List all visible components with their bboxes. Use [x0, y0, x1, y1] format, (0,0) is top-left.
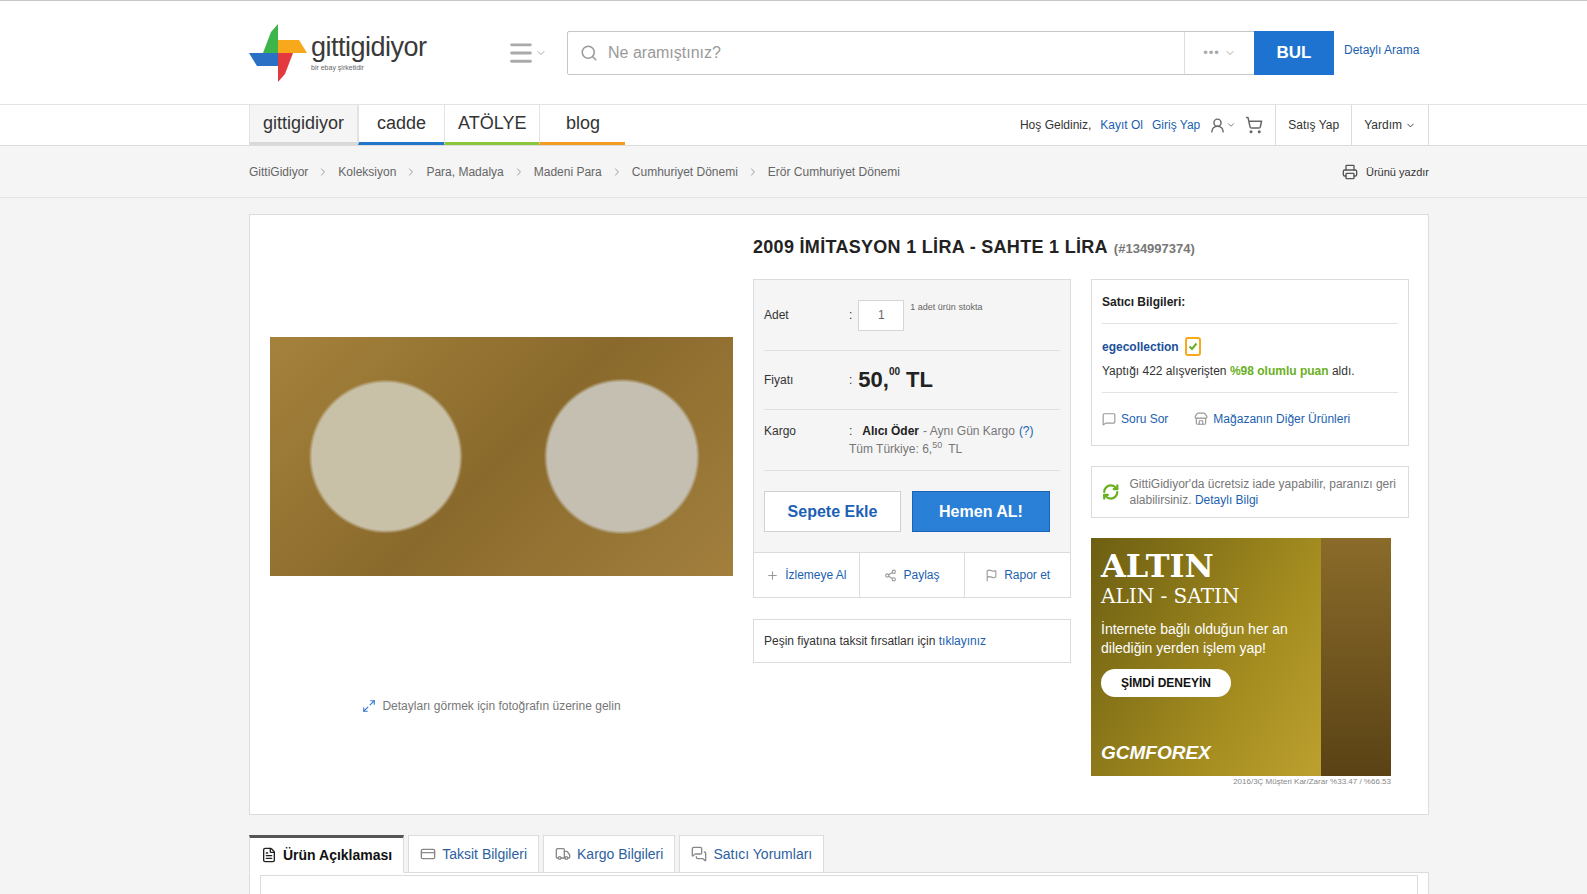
breadcrumb: GittiGidiyor Koleksiyon Para, Madalya Maden… — [249, 165, 1342, 179]
breadcrumb-item[interactable]: GittiGidiyor — [249, 165, 308, 179]
seller-stats: Yaptığı 422 alışverişten %98 olumlu puan… — [1102, 364, 1398, 378]
ad-banner[interactable]: ALTINALIN - SATIN İnternete bağlı olduğun… — [1091, 538, 1391, 776]
logo[interactable]: gittigidiyor bir ebay şirketidir — [249, 22, 499, 84]
detail-tab[interactable]: Kargo Bilgileri — [543, 835, 675, 873]
return-info-link[interactable]: Detaylı Bilgi — [1195, 493, 1258, 507]
chevron-icon — [405, 166, 417, 178]
help-menu[interactable]: Yardım — [1351, 105, 1429, 145]
account-menu[interactable] — [1209, 117, 1236, 134]
advanced-search-link[interactable]: Detaylı Arama — [1344, 43, 1419, 57]
detail-tab[interactable]: Taksit Bilgileri — [408, 835, 539, 873]
tab-panel — [249, 872, 1429, 894]
action-icon — [884, 569, 897, 582]
caret-icon — [1224, 47, 1236, 59]
search-icon — [580, 44, 598, 62]
search-input[interactable] — [606, 32, 1184, 74]
printer-icon — [1342, 164, 1358, 180]
nav-bar: gittigidiyorcaddeATÖLYEblog Hoş Geldiniz,… — [0, 104, 1587, 146]
ad-disclaimer: 2016/3Ç Müşteri Kar/Zarar %33.47 / %66.5… — [1091, 777, 1391, 786]
ad-subtitle: ALIN - SATIN — [1101, 584, 1311, 608]
action-icon — [766, 569, 779, 582]
user-icon — [1209, 117, 1226, 134]
ad-brand: GCMFOREX — [1101, 742, 1311, 764]
breadcrumb-item[interactable]: Koleksiyon — [338, 165, 396, 179]
site-tab[interactable]: blog — [539, 105, 625, 145]
ad-title: ALTIN — [1101, 550, 1311, 582]
chevron-icon — [611, 166, 623, 178]
breadcrumb-item[interactable]: Cumhuriyet Dönemi — [632, 165, 738, 179]
tab-icon — [691, 846, 707, 862]
caret-icon — [1405, 120, 1416, 131]
logo-subtitle: bir ebay şirketidir — [311, 64, 427, 71]
product-action[interactable]: Rapor et — [965, 553, 1070, 597]
chevron-icon — [747, 166, 759, 178]
tab-icon — [555, 846, 571, 862]
buy-now-button[interactable]: Hemen AL! — [912, 491, 1050, 532]
action-icon — [985, 569, 998, 582]
cart-icon — [1245, 116, 1263, 134]
seller-link-icon — [1102, 412, 1116, 426]
ad-text: İnternete bağlı olduğun her an dilediğin… — [1101, 620, 1311, 656]
logo-icon — [249, 22, 307, 84]
breadcrumb-bar: GittiGidiyor Koleksiyon Para, Madalya Maden… — [0, 146, 1587, 198]
ad-photo — [1321, 538, 1391, 776]
quantity-row: Adet:1 adet ürün stokta — [764, 280, 1060, 351]
logo-text: gittigidiyor — [311, 34, 427, 61]
quantity-input[interactable] — [858, 300, 904, 331]
price: 50,00TL — [858, 367, 933, 393]
chevron-icon — [513, 166, 525, 178]
account-link[interactable]: Kayıt Ol — [1100, 118, 1143, 132]
shipping-row: Kargo:Alıcı Öder- Aynı Gün Kargo(?)Tüm T… — [764, 410, 1060, 471]
installment-link[interactable]: tıklayınız — [939, 634, 986, 648]
buy-box: Adet:1 adet ürün stoktaFiyatı:50,00TLKar… — [753, 279, 1071, 598]
product-card: Detayları görmek için fotoğrafın üzerine… — [249, 214, 1429, 815]
image-hint: Detayları görmek için fotoğrafın üzerine… — [362, 699, 620, 713]
tab-icon — [261, 847, 277, 863]
ad-button[interactable]: ŞİMDİ DENEYİN — [1101, 669, 1231, 697]
caret-icon — [535, 47, 547, 59]
seller-box: Satıcı Bilgileri:egecollectionYaptığı 42… — [1091, 279, 1409, 446]
zoom-icon — [362, 699, 376, 713]
installment-box: Peşin fiyatına taksit fırsatları için tı… — [753, 619, 1071, 663]
stock-note: 1 adet ürün stokta — [910, 302, 982, 312]
seller-name[interactable]: egecollection — [1102, 337, 1398, 356]
header: gittigidiyor bir ebay şirketidir •••BUL Det… — [0, 0, 1587, 104]
return-notice: GittiGidiyor'da ücretsiz iade yapabilir,… — [1091, 466, 1409, 518]
account-link[interactable]: Giriş Yap — [1152, 118, 1200, 132]
site-tab[interactable]: cadde — [358, 105, 444, 145]
tab-icon — [420, 846, 436, 862]
detail-tabs: Ürün AçıklamasıTaksit BilgileriKargo Bil… — [249, 835, 1429, 872]
seller-link[interactable]: Soru Sor — [1102, 412, 1168, 426]
site-tab[interactable]: ATÖLYE — [444, 105, 539, 145]
product-id: (#134997374) — [1114, 241, 1195, 256]
print-link[interactable]: Ürünü yazdır — [1342, 164, 1429, 180]
add-to-cart-button[interactable]: Sepete Ekle — [764, 491, 901, 532]
product-title: 2009 İMİTASYON 1 LİRA - SAHTE 1 LİRA(#13… — [753, 235, 1409, 279]
breadcrumb-item[interactable]: Madeni Para — [534, 165, 602, 179]
search-bar: •••BUL — [567, 31, 1334, 75]
verified-phone-icon — [1185, 337, 1201, 356]
breadcrumb-item[interactable]: Para, Madalya — [426, 165, 503, 179]
product-photo[interactable] — [270, 337, 733, 576]
chevron-icon — [317, 166, 329, 178]
menu-icon — [507, 39, 535, 67]
seller-link[interactable]: Mağazanın Diğer Ürünleri — [1194, 412, 1350, 426]
price-row: Fiyatı:50,00TL — [764, 351, 1060, 410]
detail-tab[interactable]: Ürün Açıklaması — [249, 835, 404, 873]
site-tab[interactable]: gittigidiyor — [249, 105, 358, 145]
breadcrumb-item[interactable]: Erör Cumhuriyet Dönemi — [768, 165, 900, 179]
search-button[interactable]: BUL — [1254, 31, 1334, 75]
greeting: Hoş Geldiniz, — [1020, 118, 1091, 132]
sell-button[interactable]: Satış Yap — [1275, 105, 1351, 145]
product-action[interactable]: Paylaş — [860, 553, 966, 597]
search-category[interactable]: ••• — [1184, 32, 1254, 74]
product-action[interactable]: İzlemeye Al — [754, 553, 860, 597]
seller-link-icon — [1194, 412, 1208, 426]
detail-tab[interactable]: Satıcı Yorumları — [679, 835, 824, 873]
shipping-help[interactable]: (?) — [1019, 424, 1034, 438]
cart-button[interactable] — [1245, 116, 1263, 134]
category-menu-button[interactable] — [507, 39, 551, 67]
caret-icon — [1226, 120, 1236, 130]
refresh-icon — [1102, 479, 1120, 505]
